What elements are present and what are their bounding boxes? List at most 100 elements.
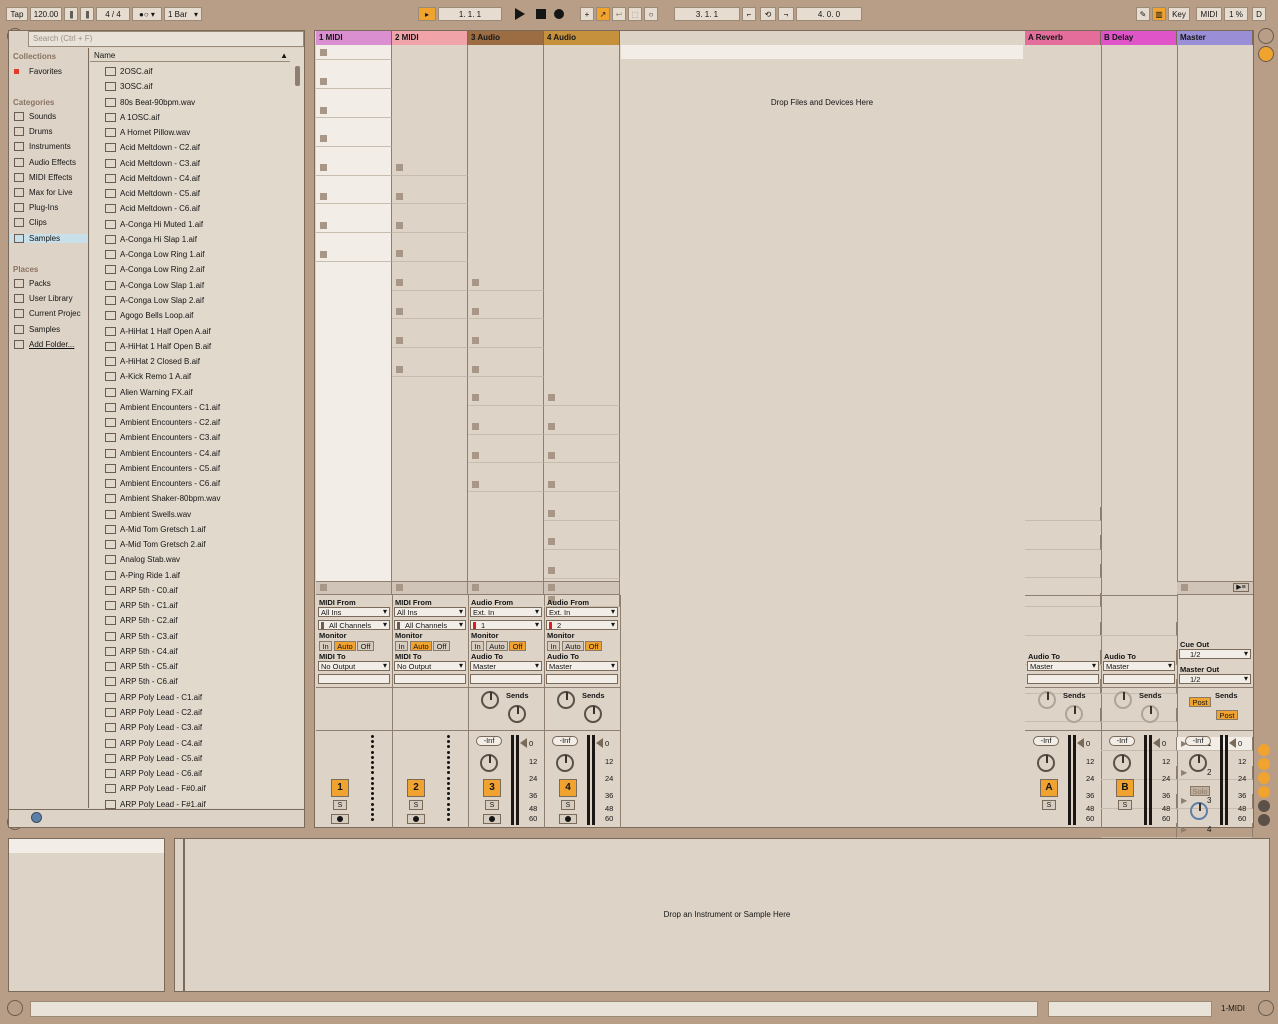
master-out-dropdown[interactable]: 1/2 xyxy=(1179,674,1251,684)
list-item[interactable]: Agogo Bells Loop.aif xyxy=(105,308,193,323)
track-activator-button[interactable]: 1 xyxy=(331,779,349,797)
pan-knob[interactable] xyxy=(1113,754,1131,772)
clip-slot[interactable] xyxy=(392,333,468,349)
list-item[interactable]: A-HiHat 1 Half Open B.aif xyxy=(105,339,211,354)
clip-slot[interactable] xyxy=(544,564,620,579)
list-item[interactable]: ARP Poly Lead - C4.aif xyxy=(105,735,202,750)
list-item[interactable]: A-Mid Tom Gretsch 2.aif xyxy=(105,537,206,552)
send-b-knob[interactable] xyxy=(1141,705,1159,723)
track-header[interactable]: 4 Audio xyxy=(544,31,620,45)
input-channel-dropdown[interactable]: 1 xyxy=(470,620,542,630)
output-dropdown[interactable]: Master xyxy=(470,661,542,671)
punch-out-icon[interactable]: ¬ xyxy=(778,7,794,21)
time-signature[interactable]: 4 / 4 xyxy=(96,7,130,21)
clip-slot[interactable] xyxy=(316,189,392,205)
loop-start[interactable]: 3. 1. 1 xyxy=(674,7,740,21)
return-track-header[interactable]: A Reverb xyxy=(1025,31,1101,45)
session-view-icon[interactable] xyxy=(1258,46,1274,62)
monitor-auto-button[interactable]: Auto xyxy=(562,641,584,651)
monitor-auto-button[interactable]: Auto xyxy=(410,641,432,651)
midi-map-button[interactable]: MIDI xyxy=(1196,7,1222,21)
monitor-in-button[interactable]: In xyxy=(319,641,332,651)
tap-button[interactable]: Tap xyxy=(6,7,28,21)
send-b-knob[interactable] xyxy=(584,705,602,723)
monitor-off-button[interactable]: Off xyxy=(585,641,602,651)
master-pan-knob[interactable] xyxy=(1189,754,1207,772)
clip-slot[interactable] xyxy=(1025,564,1101,579)
list-item[interactable]: ARP Poly Lead - C5.aif xyxy=(105,751,202,766)
post-b-button[interactable]: Post xyxy=(1216,710,1238,720)
clip-slot[interactable] xyxy=(1101,621,1177,637)
arrangement-position[interactable]: 1. 1. 1 xyxy=(438,7,502,21)
volume-fader-icon[interactable] xyxy=(1229,738,1236,748)
metronome-icon[interactable]: ●○ ▾ xyxy=(132,7,162,21)
track-activator-button[interactable]: 4 xyxy=(559,779,577,797)
sends-toggle-icon[interactable] xyxy=(1258,758,1270,770)
sidebar-item-max-for-live[interactable]: Max for Live xyxy=(14,188,73,197)
keyboard-icon[interactable]: ▥ xyxy=(1152,7,1166,21)
monitor-off-button[interactable]: Off xyxy=(357,641,374,651)
returns-toggle-icon[interactable] xyxy=(1258,772,1270,784)
list-item[interactable]: 2OSC.aif xyxy=(105,64,152,79)
list-item[interactable]: ARP 5th - C1.aif xyxy=(105,598,178,613)
clip-slot[interactable] xyxy=(544,391,620,406)
list-item[interactable]: 3OSC.aif xyxy=(105,79,152,94)
solo-button[interactable]: S xyxy=(409,800,423,810)
pan-knob[interactable] xyxy=(1037,754,1055,772)
output-channel-field[interactable] xyxy=(394,674,466,684)
input-channel-dropdown[interactable]: All Channels xyxy=(394,620,466,630)
crossfader-toggle-icon[interactable] xyxy=(1258,800,1270,812)
clip-slot[interactable] xyxy=(316,247,392,262)
input-type-dropdown[interactable]: All Ins xyxy=(394,607,466,617)
tempo-field[interactable]: 120.00 xyxy=(30,7,62,21)
list-item[interactable]: Alien Warning FX.aif xyxy=(105,384,193,399)
output-dropdown[interactable]: No Output xyxy=(394,661,466,671)
place-item-3[interactable]: Samples xyxy=(14,324,60,334)
detail-toggle-icon[interactable] xyxy=(7,1000,23,1016)
sidebar-item-clips[interactable]: Clips xyxy=(14,218,47,228)
place-item-4[interactable]: Add Folder... xyxy=(14,339,74,349)
track-header[interactable]: 3 Audio xyxy=(468,31,544,45)
sidebar-item-favorites[interactable]: Favorites xyxy=(14,67,62,76)
clip-slot[interactable] xyxy=(392,247,468,262)
input-channel-dropdown[interactable]: All Channels xyxy=(318,620,390,630)
list-item[interactable]: ARP 5th - C4.aif xyxy=(105,644,178,659)
track-activator-button[interactable]: 2 xyxy=(407,779,425,797)
nudge-up-icon[interactable]: ||| xyxy=(80,7,94,21)
output-dropdown[interactable]: No Output xyxy=(318,661,390,671)
output-channel-field[interactable] xyxy=(318,674,390,684)
stop-icon[interactable] xyxy=(536,9,546,19)
output-dropdown[interactable]: Master xyxy=(1103,661,1175,671)
monitor-off-button[interactable]: Off xyxy=(433,641,450,651)
cue-out-dropdown[interactable]: 1/2 xyxy=(1179,649,1251,659)
list-item[interactable]: A-Conga Low Slap 1.aif xyxy=(105,278,204,293)
record-icon[interactable] xyxy=(554,9,564,19)
list-item[interactable]: Ambient Shaker-80bpm.wav xyxy=(105,491,221,506)
solo-mode-button[interactable]: Solo xyxy=(1190,786,1210,796)
send-b-knob[interactable] xyxy=(508,705,526,723)
clip-slot[interactable] xyxy=(392,218,468,234)
clip-slot[interactable] xyxy=(1025,621,1101,637)
clip-slot[interactable] xyxy=(544,506,620,521)
list-item[interactable]: ARP 5th - C2.aif xyxy=(105,613,178,628)
list-item[interactable]: A Hornet Pillow.wav xyxy=(105,125,190,140)
automation-arm-icon[interactable]: ↗ xyxy=(596,7,610,21)
list-item[interactable]: Acid Meltdown - C4.aif xyxy=(105,171,200,186)
list-item[interactable]: A-Conga Low Slap 2.aif xyxy=(105,293,204,308)
track-activator-button[interactable]: A xyxy=(1040,779,1058,797)
sidebar-item-audio-effects[interactable]: Audio Effects xyxy=(14,157,76,167)
list-item[interactable]: A-Ping Ride 1.aif xyxy=(105,568,180,583)
track-header[interactable]: 2 MIDI xyxy=(392,31,468,45)
pan-knob[interactable] xyxy=(556,754,574,772)
detail-splitter[interactable] xyxy=(174,838,184,992)
place-item-1[interactable]: User Library xyxy=(14,294,73,304)
send-a-knob[interactable] xyxy=(1038,691,1056,709)
play-icon[interactable] xyxy=(515,8,525,20)
clip-slot[interactable] xyxy=(468,391,544,406)
draw-mode-icon[interactable]: ✎ xyxy=(1136,7,1150,21)
clip-slot[interactable] xyxy=(392,276,468,291)
list-item[interactable]: A-HiHat 1 Half Open A.aif xyxy=(105,323,211,338)
clip-slot[interactable] xyxy=(468,477,544,493)
send-a-knob[interactable] xyxy=(557,691,575,709)
clip-slot[interactable] xyxy=(468,362,544,377)
